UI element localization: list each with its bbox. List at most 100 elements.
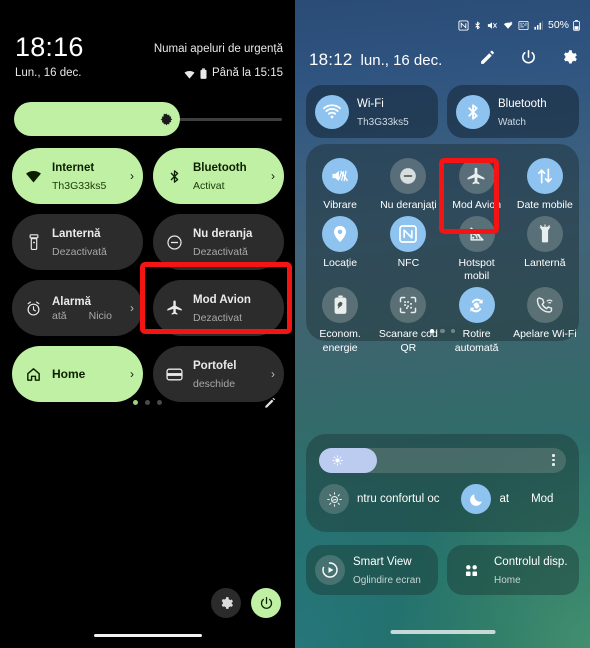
power-icon[interactable] (520, 49, 537, 66)
left-status-area: 18:16 Lun., 16 dec. Numai apeluri de urg… (0, 0, 295, 92)
page-dot-1[interactable] (133, 400, 138, 405)
right-qtile-wifi-calling[interactable]: Apelare Wi-Fi (511, 287, 579, 354)
chevron-right-icon[interactable]: › (130, 170, 134, 182)
qtile-label: Date mobile (516, 199, 573, 211)
tile-subtitle: Th3G33ks5 (52, 180, 107, 192)
right-date: lun., 16 dec. (360, 52, 443, 69)
left-bottom-buttons (211, 588, 281, 618)
edit-pencil-icon[interactable] (479, 49, 496, 66)
dark-mode-label-b: Mod (531, 493, 554, 505)
alarm-icon (24, 300, 43, 317)
hotspot-icon (458, 216, 495, 253)
left-tile-flashlight[interactable]: Lanternă Dezactivată (12, 214, 143, 270)
right-tile-device-control[interactable]: Controlul disp. Home (447, 545, 579, 595)
tile-subtitle: deschide (193, 378, 236, 390)
right-qtile-airplane-mode[interactable]: Mod Avion (443, 158, 511, 212)
brightness-icon (160, 113, 173, 126)
right-qtile-location[interactable]: Locație (306, 216, 374, 283)
qtile-label: Lanternă (524, 257, 566, 270)
tile-subtitle: Activat (193, 180, 225, 192)
tile-subtitle: Watch (498, 116, 526, 128)
right-qtile-nfc[interactable]: NFC (374, 216, 442, 283)
bluetooth-icon (165, 168, 184, 185)
bluetooth-icon (473, 20, 482, 31)
right-bottom-tiles-row: Smart View Oglindire ecran Controlul dis… (306, 545, 579, 595)
eye-comfort-icon[interactable] (319, 484, 349, 514)
vpn-icon (518, 20, 529, 31)
settings-button[interactable] (211, 588, 241, 618)
left-tile-alarm[interactable]: Alarmă ată Nicio › (12, 280, 143, 336)
right-qtile-power-saving[interactable]: Econom. energie (306, 287, 374, 354)
qtile-label: Locație (323, 257, 358, 270)
tile-subtitle: Dezactivată (52, 246, 107, 258)
left-tile-home[interactable]: Home › (12, 346, 143, 402)
left-brightness-slider[interactable] (14, 102, 282, 136)
settings-gear-icon[interactable] (561, 49, 578, 66)
right-brightness-slider[interactable] (319, 448, 566, 473)
wifi-icon (315, 94, 349, 129)
do-not-disturb-icon (165, 234, 184, 251)
left-battery-row: Până la 15:15 (184, 68, 283, 80)
tile-title: Bluetooth (498, 97, 547, 110)
right-qtile-vibrate[interactable]: Vibrare (306, 158, 374, 212)
left-navigation-bar[interactable] (93, 633, 202, 637)
page-dot-1[interactable] (429, 328, 435, 333)
right-quick-tiles-grid: Vibrare Nu deranjați Mod Avion Date mobi… (306, 158, 579, 355)
right-tile-smart-view[interactable]: Smart View Oglindire ecran (306, 545, 438, 595)
mobile-data-icon (526, 158, 563, 194)
tile-title: Home (52, 367, 86, 381)
right-qtile-mobile-data[interactable]: Date mobile (511, 158, 579, 212)
flashlight-icon (526, 216, 563, 253)
tile-subtitle: ată (52, 310, 67, 323)
right-qtile-hotspot[interactable]: Hotspot mobil (443, 216, 511, 283)
wifi-icon (24, 168, 43, 185)
page-dot-3[interactable] (157, 400, 162, 405)
power-icon (259, 596, 274, 611)
left-tile-internet[interactable]: Internet Th3G33ks5 › (12, 148, 143, 204)
battery-percent-label: 50% (547, 19, 569, 32)
chevron-right-icon[interactable]: › (271, 368, 275, 380)
moon-icon[interactable] (461, 484, 492, 514)
power-button[interactable] (251, 588, 281, 618)
chevron-right-icon[interactable]: › (130, 302, 134, 314)
brightness-fill (14, 102, 180, 136)
right-qtile-auto-rotate[interactable]: Rotire automată (443, 287, 511, 354)
right-qtile-flashlight[interactable]: Lanternă (511, 216, 579, 283)
left-tile-row-1: Internet Th3G33ks5 › Bluetooth Activat › (12, 148, 284, 204)
right-brightness-card: ntru confortul oc at Mod (306, 434, 579, 532)
left-tile-airplane-mode[interactable]: Mod Avion Dezactivat (153, 280, 284, 336)
right-brightness-options-row: ntru confortul oc at Mod (319, 484, 571, 514)
page-dot-3[interactable] (450, 328, 456, 333)
dark-mode-label-a: at (499, 493, 510, 505)
tile-title: Controlul disp. (494, 556, 568, 568)
tile-title: Internet (52, 162, 95, 174)
right-qtile-qr-scan[interactable]: Scanare cod QR (374, 287, 442, 354)
chevron-right-icon[interactable]: › (271, 170, 275, 182)
right-tile-wifi[interactable]: Wi-Fi Th3G33ks5 (306, 85, 438, 138)
right-page-indicator[interactable] (306, 328, 579, 333)
left-page-indicator[interactable] (0, 400, 295, 405)
left-tile-do-not-disturb[interactable]: Nu deranja Dezactivată (153, 214, 284, 270)
left-tile-wallet[interactable]: Portofel deschide › (153, 346, 284, 402)
tile-title: Bluetooth (193, 162, 247, 174)
right-qtile-do-not-disturb[interactable]: Nu deranjați (374, 158, 442, 212)
right-tile-bluetooth[interactable]: Bluetooth Watch (447, 85, 579, 138)
flashlight-icon (24, 233, 43, 251)
do-not-disturb-icon (390, 158, 427, 194)
more-options-icon[interactable] (552, 454, 555, 466)
left-tile-bluetooth[interactable]: Bluetooth Activat › (153, 148, 284, 204)
tile-title: Lanternă (52, 228, 101, 240)
left-battery-text: Până la 15:15 (212, 67, 283, 80)
page-dot-2[interactable] (145, 400, 150, 405)
battery-icon (200, 68, 207, 80)
qtile-label: Nu deranjați (380, 199, 437, 211)
pencil-icon[interactable] (263, 396, 277, 410)
right-navigation-bar[interactable] (390, 630, 495, 634)
nfc-icon (390, 216, 427, 253)
chevron-right-icon[interactable]: › (130, 368, 134, 380)
qtile-label: Vibrare (323, 199, 357, 211)
tile-title: Nu deranja (193, 228, 253, 240)
tile-subtitle: Dezactivată (193, 246, 248, 258)
tile-subtitle: Dezactivat (193, 312, 243, 324)
page-dot-2[interactable] (440, 328, 445, 333)
